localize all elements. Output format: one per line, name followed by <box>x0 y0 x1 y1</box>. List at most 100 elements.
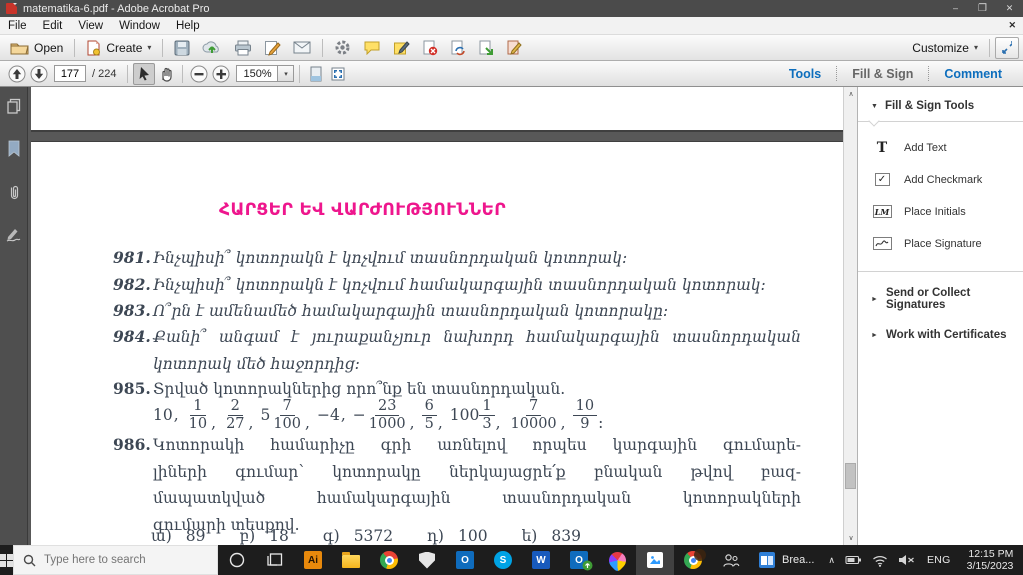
initials-icon: LM <box>872 205 892 218</box>
answer-item: ա) 89 <box>151 527 211 545</box>
document-pane[interactable]: ՀԱՐՑԵՐ ԵՎ ՎԱՐԺՈՒԹՅՈՒՆՆԵՐ 981. Ինչպիսի՞ կ… <box>28 87 843 545</box>
minus-circle-icon <box>190 65 208 82</box>
search-input[interactable] <box>44 554 204 566</box>
create-button[interactable]: Create ▾ <box>80 37 157 59</box>
settings-button[interactable] <box>328 37 357 59</box>
select-tool-button[interactable] <box>133 62 156 85</box>
certificates-label: Work with Certificates <box>885 329 1007 341</box>
add-checkmark-item[interactable]: ✓ Add Checkmark <box>858 166 1023 193</box>
previous-page-button[interactable] <box>6 63 28 85</box>
menu-file[interactable]: File <box>0 20 35 32</box>
page-number-input[interactable] <box>54 65 86 82</box>
email-button[interactable] <box>287 37 317 59</box>
windows-security-button[interactable] <box>408 545 446 575</box>
fullscreen-button[interactable] <box>995 36 1019 59</box>
paint-app-button[interactable] <box>598 545 636 575</box>
place-signature-item[interactable]: Place Signature <box>858 230 1023 257</box>
cortana-button[interactable] <box>218 545 256 575</box>
print-button[interactable] <box>228 37 258 59</box>
problem-number: 986. <box>113 435 151 454</box>
problem-line: Քանի՞ անգամ է յուրաքանչյուր նախորդ համակ… <box>153 328 801 346</box>
menu-help[interactable]: Help <box>168 20 208 32</box>
windows-taskbar: Ai O S W O Brea... ∧ ENG 12:15 P <box>0 545 1023 575</box>
task-view-button[interactable] <box>256 545 294 575</box>
scroll-up-arrow[interactable]: ∧ <box>844 87 858 101</box>
share-cloud-button[interactable] <box>196 37 228 59</box>
edit-page-button[interactable] <box>500 37 528 59</box>
language-indicator[interactable]: ENG <box>920 554 958 566</box>
close-toolbar-icon[interactable]: ✕ <box>1008 20 1016 31</box>
hand-tool-button[interactable] <box>155 63 177 85</box>
comment-link[interactable]: Comment <box>929 67 1017 81</box>
send-collect-signatures-group[interactable]: ► Send or Collect Signatures <box>858 278 1023 320</box>
show-hidden-icons-button[interactable]: ∧ <box>823 555 840 566</box>
illustrator-button[interactable]: Ai <box>294 545 332 575</box>
customize-label: Customize <box>912 40 969 55</box>
windows-logo-icon <box>0 553 13 567</box>
minimize-button[interactable]: – <box>942 0 969 17</box>
zoom-dropdown-button[interactable]: ▾ <box>278 65 295 82</box>
word-button[interactable]: W <box>522 545 560 575</box>
document-export-icon <box>479 40 494 55</box>
scrollbar-thumb[interactable] <box>845 463 856 489</box>
skype-button[interactable]: S <box>484 545 522 575</box>
task-view-icon <box>267 553 283 566</box>
delete-page-button[interactable] <box>416 37 444 59</box>
clock[interactable]: 12:15 PM 3/15/2023 <box>958 548 1023 573</box>
separator: , <box>560 413 566 432</box>
open-button[interactable]: Open <box>4 37 69 59</box>
outlook-button[interactable]: O <box>446 545 484 575</box>
file-explorer-button[interactable] <box>332 545 370 575</box>
customize-button[interactable]: Customize ▾ <box>906 37 984 59</box>
outlook-sync-button[interactable]: O <box>560 545 598 575</box>
work-with-certificates-group[interactable]: ► Work with Certificates <box>858 320 1023 350</box>
scrolling-mode-button[interactable] <box>305 63 327 85</box>
page-thumbnails-icon[interactable] <box>6 98 22 114</box>
chevron-down-icon: ▾ <box>973 43 978 52</box>
cloud-upload-icon <box>202 41 220 53</box>
add-text-item[interactable]: T Add Text <box>858 134 1023 161</box>
taskbar-search[interactable] <box>13 545 218 575</box>
fill-sign-link[interactable]: Fill & Sign <box>837 67 928 81</box>
fill-sign-tools-header[interactable]: ▼ Fill & Sign Tools <box>858 87 1023 121</box>
fit-page-button[interactable] <box>327 63 349 85</box>
chrome-profile-button[interactable] <box>674 545 712 575</box>
place-initials-item[interactable]: LM Place Initials <box>858 198 1023 225</box>
vertical-scrollbar[interactable]: ∧ ∨ <box>843 87 857 545</box>
photos-app-button[interactable] <box>636 545 674 575</box>
extract-page-button[interactable] <box>472 37 500 59</box>
denominator: 10000 <box>510 415 557 432</box>
sign-document-button[interactable] <box>258 37 287 59</box>
network-button[interactable] <box>867 554 893 567</box>
signatures-icon[interactable] <box>5 227 22 242</box>
zoom-out-button[interactable] <box>188 63 210 85</box>
comment-tool-button[interactable] <box>357 37 387 59</box>
people-button[interactable] <box>712 545 750 575</box>
chrome-button[interactable] <box>370 545 408 575</box>
toolbar-separator <box>322 38 324 57</box>
document-edit-icon <box>507 40 523 55</box>
open-label: Open <box>34 40 64 55</box>
maximize-button[interactable]: ❐ <box>969 0 996 17</box>
sign-note-button[interactable] <box>387 37 416 59</box>
section-heading: ՀԱՐՑԵՐ ԵՎ ՎԱՐԺՈՒԹՅՈՒՆՆԵՐ <box>219 200 506 220</box>
menu-edit[interactable]: Edit <box>35 20 71 32</box>
problem-982: 982. Ինչպիսի՞ կոտորակն է կոչվում համակար… <box>113 272 801 299</box>
tools-link[interactable]: Tools <box>774 67 836 81</box>
zoom-level-field[interactable]: 150% <box>236 65 279 82</box>
volume-button[interactable] <box>893 554 920 566</box>
next-page-button[interactable] <box>28 63 50 85</box>
acrobat-pdf-icon <box>6 3 17 14</box>
battery-button[interactable] <box>840 554 867 566</box>
bookmarks-icon[interactable] <box>7 140 21 157</box>
menu-view[interactable]: View <box>70 20 111 32</box>
save-button[interactable] <box>168 37 196 59</box>
scroll-down-arrow[interactable]: ∨ <box>844 531 858 545</box>
zoom-in-button[interactable] <box>210 63 232 85</box>
tray-app-button[interactable]: Brea... <box>750 552 823 568</box>
menu-window[interactable]: Window <box>111 20 168 32</box>
start-button[interactable] <box>0 545 13 575</box>
replace-page-button[interactable] <box>444 37 472 59</box>
attachments-paperclip-icon[interactable] <box>7 183 21 201</box>
close-button[interactable]: ✕ <box>996 0 1023 17</box>
